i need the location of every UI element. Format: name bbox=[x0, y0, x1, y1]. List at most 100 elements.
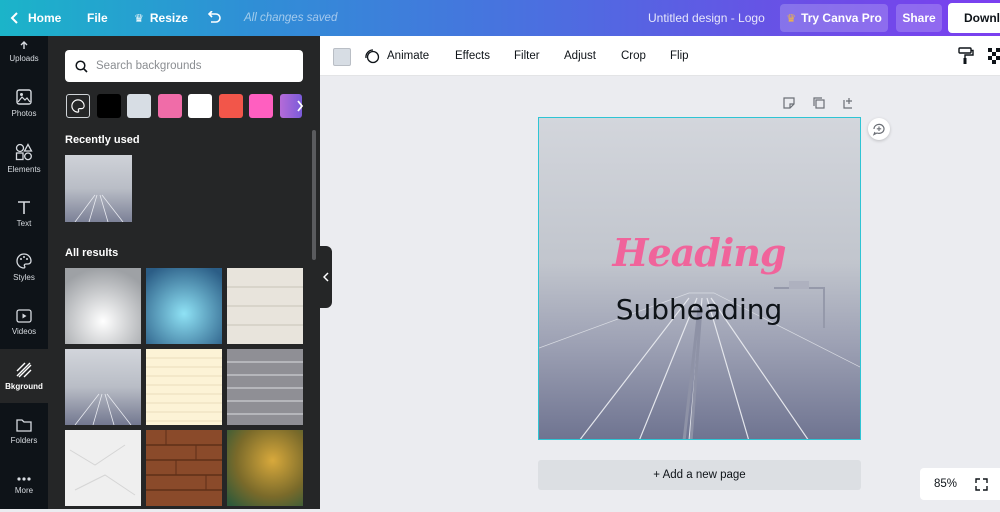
chevron-left-icon bbox=[323, 272, 329, 282]
add-comment-button[interactable] bbox=[868, 118, 890, 140]
resize-button[interactable]: ♛ Resize bbox=[134, 0, 188, 36]
rail-label: Videos bbox=[11, 326, 37, 336]
animate-label: Animate bbox=[387, 50, 430, 62]
add-new-page-button[interactable]: + Add a new page bbox=[538, 460, 861, 490]
design-page[interactable]: Heading Subheading bbox=[538, 117, 861, 440]
background-thumb-white-paper[interactable] bbox=[65, 430, 141, 506]
more-icon bbox=[17, 476, 31, 481]
download-label: Download bbox=[964, 11, 1000, 25]
rail-label: Folders bbox=[10, 435, 38, 445]
transparency-icon bbox=[988, 48, 1000, 64]
panel-scrollbar[interactable] bbox=[312, 130, 316, 260]
shapes-icon bbox=[15, 142, 33, 160]
duplicate-icon bbox=[813, 97, 825, 109]
foggy-road-thumbnail bbox=[65, 155, 132, 223]
background-thumb-foggy-road[interactable] bbox=[65, 349, 141, 426]
note-icon bbox=[783, 97, 795, 109]
color-swatch-coral[interactable] bbox=[219, 94, 243, 118]
document-title[interactable]: Untitled design - Logo bbox=[648, 0, 765, 36]
cloud-upload-icon bbox=[20, 40, 28, 49]
rail-item-styles[interactable]: Styles bbox=[0, 240, 48, 294]
background-thumb-brown-wood[interactable] bbox=[146, 430, 222, 506]
flip-button[interactable]: Flip bbox=[670, 36, 689, 76]
add-page-icon bbox=[843, 98, 852, 109]
background-thumb-white-vignette[interactable] bbox=[65, 268, 141, 344]
background-thumb-gold-glitter[interactable] bbox=[227, 430, 303, 506]
rail-item-text[interactable]: Text bbox=[0, 186, 48, 240]
rail-item-photos[interactable]: Photos bbox=[0, 76, 48, 130]
image-icon bbox=[16, 88, 32, 105]
zoom-level: 85% bbox=[934, 478, 958, 490]
white-wood-thumbnail bbox=[227, 268, 303, 344]
try-pro-button[interactable]: ♛ Try Canva Pro bbox=[780, 4, 888, 32]
resize-label: Resize bbox=[149, 11, 188, 25]
rail-label: Text bbox=[16, 218, 32, 228]
search-input[interactable] bbox=[96, 60, 286, 72]
color-swatch-light-gray[interactable] bbox=[127, 94, 151, 118]
background-thumb-blue-texture[interactable] bbox=[146, 268, 222, 344]
left-rail: Uploads Photos Elements Text Styles Vide… bbox=[0, 36, 48, 509]
undo-icon bbox=[207, 11, 221, 23]
folder-icon bbox=[16, 418, 32, 432]
undo-button[interactable] bbox=[206, 0, 222, 36]
paint-roller-button[interactable] bbox=[958, 36, 974, 76]
blue-texture-thumbnail bbox=[146, 268, 222, 344]
search-icon bbox=[75, 59, 88, 73]
background-color-button[interactable] bbox=[333, 48, 351, 66]
rail-item-folders[interactable]: Folders bbox=[0, 404, 48, 458]
text-icon bbox=[18, 200, 30, 214]
brown-wood-thumbnail bbox=[146, 430, 222, 506]
color-swatch-hot-pink[interactable] bbox=[249, 94, 273, 118]
crumpled-paper-thumbnail bbox=[65, 430, 141, 506]
rail-label: Elements bbox=[7, 164, 41, 174]
rail-item-more[interactable]: More bbox=[0, 458, 48, 512]
download-button[interactable]: Download bbox=[948, 3, 1000, 33]
share-button[interactable]: Share bbox=[896, 4, 942, 32]
animate-button[interactable]: Animate bbox=[364, 36, 429, 76]
color-picker-swatch[interactable] bbox=[66, 94, 90, 118]
try-pro-label: Try Canva Pro bbox=[801, 11, 882, 25]
top-bar: Home File ♛ Resize All changes saved Unt… bbox=[0, 0, 1000, 36]
file-menu-button[interactable]: File bbox=[87, 0, 108, 36]
color-swatch-pink[interactable] bbox=[158, 94, 182, 118]
chevron-right-icon bbox=[297, 100, 304, 112]
all-results-heading: All results bbox=[65, 247, 119, 259]
background-thumb-gray-wood[interactable] bbox=[227, 349, 303, 425]
transparency-button[interactable] bbox=[988, 36, 1000, 76]
swatches-next-button[interactable] bbox=[288, 94, 312, 118]
background-icon bbox=[16, 362, 32, 377]
editor-toolbar: Animate Effects Filter Adjust Crop Flip bbox=[320, 36, 1000, 76]
zoom-control[interactable]: 85% bbox=[920, 468, 1000, 500]
adjust-button[interactable]: Adjust bbox=[564, 36, 596, 76]
crown-icon: ♛ bbox=[134, 12, 144, 25]
white-vignette-thumbnail bbox=[65, 268, 141, 344]
recent-background-thumb[interactable] bbox=[65, 155, 132, 223]
background-thumb-lined-paper[interactable] bbox=[146, 349, 222, 425]
rail-label: Styles bbox=[13, 272, 35, 282]
add-note-button[interactable] bbox=[782, 96, 796, 110]
rail-item-background[interactable]: Bkground bbox=[0, 349, 48, 403]
video-icon bbox=[16, 308, 32, 323]
heading-text[interactable]: Heading bbox=[539, 230, 859, 275]
foggy-road-thumbnail bbox=[65, 349, 141, 426]
animate-icon bbox=[365, 49, 380, 64]
rail-label: Bkground bbox=[5, 381, 43, 391]
filter-button[interactable]: Filter bbox=[514, 36, 540, 76]
color-swatch-black[interactable] bbox=[97, 94, 121, 118]
rail-item-uploads[interactable]: Uploads bbox=[0, 22, 48, 76]
search-box[interactable] bbox=[65, 50, 303, 82]
recently-used-heading: Recently used bbox=[65, 134, 140, 146]
crop-button[interactable]: Crop bbox=[621, 36, 646, 76]
comment-icon bbox=[872, 123, 885, 136]
background-thumb-white-wood[interactable] bbox=[227, 268, 303, 344]
color-swatch-white[interactable] bbox=[188, 94, 212, 118]
rail-label: More bbox=[14, 485, 34, 495]
subheading-text[interactable]: Subheading bbox=[539, 293, 859, 326]
collapse-panel-button[interactable] bbox=[320, 246, 332, 308]
add-page-icon-button[interactable] bbox=[842, 96, 856, 110]
gold-glitter-thumbnail bbox=[227, 430, 303, 506]
duplicate-page-button[interactable] bbox=[812, 96, 826, 110]
rail-item-videos[interactable]: Videos bbox=[0, 295, 48, 349]
rail-item-elements[interactable]: Elements bbox=[0, 131, 48, 185]
effects-button[interactable]: Effects bbox=[455, 36, 490, 76]
